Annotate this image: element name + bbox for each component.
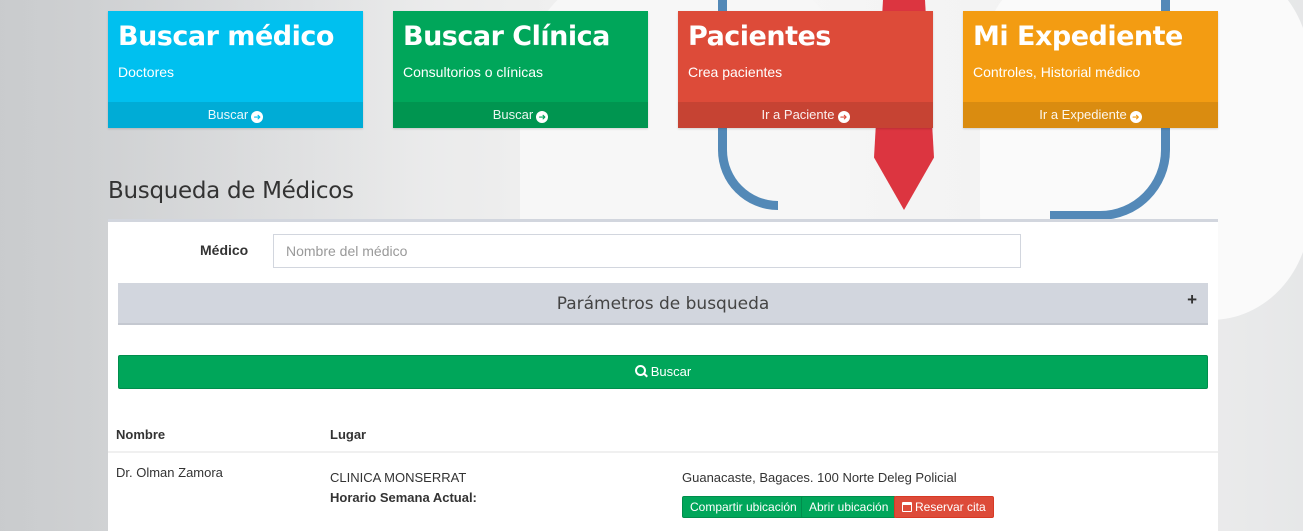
tile-title: Buscar médico — [118, 21, 334, 52]
tile-buscar-medico: Buscar médico Doctores Buscar ➜ — [108, 11, 363, 128]
tile-subtitle: Crea pacientes — [688, 64, 783, 80]
section-title: Busqueda de Médicos — [108, 178, 354, 204]
search-params-toggle[interactable]: Parámetros de busqueda + — [118, 283, 1208, 325]
column-header-nombre: Nombre — [116, 427, 166, 442]
book-appointment-button[interactable]: Reservar cita — [894, 496, 994, 518]
search-box: Médico Parámetros de busqueda + Buscar N… — [108, 219, 1218, 531]
clinic-address: Guanacaste, Bagaces. 100 Norte Deleg Pol… — [682, 470, 957, 485]
arrow-circle-right-icon: ➜ — [536, 111, 549, 123]
search-icon — [634, 365, 648, 378]
tile-pacientes-link[interactable]: Ir a Paciente ➜ — [678, 102, 933, 128]
plus-icon: + — [1187, 290, 1197, 309]
column-header-lugar: Lugar — [330, 427, 367, 442]
arrow-circle-right-icon: ➜ — [837, 111, 850, 123]
arrow-circle-right-icon: ➜ — [1129, 111, 1142, 123]
tile-mi-expediente-link[interactable]: Ir a Expediente ➜ — [963, 102, 1218, 128]
arrow-circle-right-icon: ➜ — [251, 111, 264, 123]
search-button[interactable]: Buscar — [118, 355, 1208, 389]
calendar-icon — [902, 502, 912, 512]
tile-link-label: Ir a Expediente — [1039, 107, 1127, 122]
tile-title: Buscar Clínica — [403, 21, 610, 52]
tile-link-label: Ir a Paciente — [761, 107, 835, 122]
doctor-name: Dr. Olman Zamora — [116, 465, 223, 480]
tile-buscar-clinica: Buscar Clínica Consultorios o clínicas B… — [393, 11, 648, 128]
tile-link-label: Buscar — [207, 107, 249, 122]
tile-pacientes: Pacientes Crea pacientes Ir a Paciente ➜ — [678, 11, 933, 128]
tile-title: Mi Expediente — [973, 21, 1183, 52]
medico-search-input[interactable] — [273, 234, 1021, 268]
open-location-button[interactable]: Abrir ubicación — [801, 496, 897, 518]
tile-buscar-medico-link[interactable]: Buscar ➜ — [108, 102, 363, 128]
search-button-label: Buscar — [650, 364, 692, 379]
share-location-button[interactable]: Compartir ubicación — [682, 496, 805, 518]
schedule-label: Horario Semana Actual: — [330, 490, 477, 505]
tile-title: Pacientes — [688, 21, 831, 52]
medico-label: Médico — [200, 242, 249, 258]
tile-subtitle: Consultorios o clínicas — [403, 64, 544, 80]
tile-subtitle: Doctores — [118, 64, 175, 80]
tile-link-label: Buscar — [492, 107, 534, 122]
book-appointment-label: Reservar cita — [915, 500, 986, 514]
tile-subtitle: Controles, Historial médico — [973, 64, 1141, 80]
tile-mi-expediente: Mi Expediente Controles, Historial médic… — [963, 11, 1218, 128]
search-params-label: Parámetros de busqueda — [556, 294, 770, 314]
tile-buscar-clinica-link[interactable]: Buscar ➜ — [393, 102, 648, 128]
table-header-divider — [108, 451, 1218, 453]
clinic-name: CLINICA MONSERRAT — [330, 470, 467, 485]
